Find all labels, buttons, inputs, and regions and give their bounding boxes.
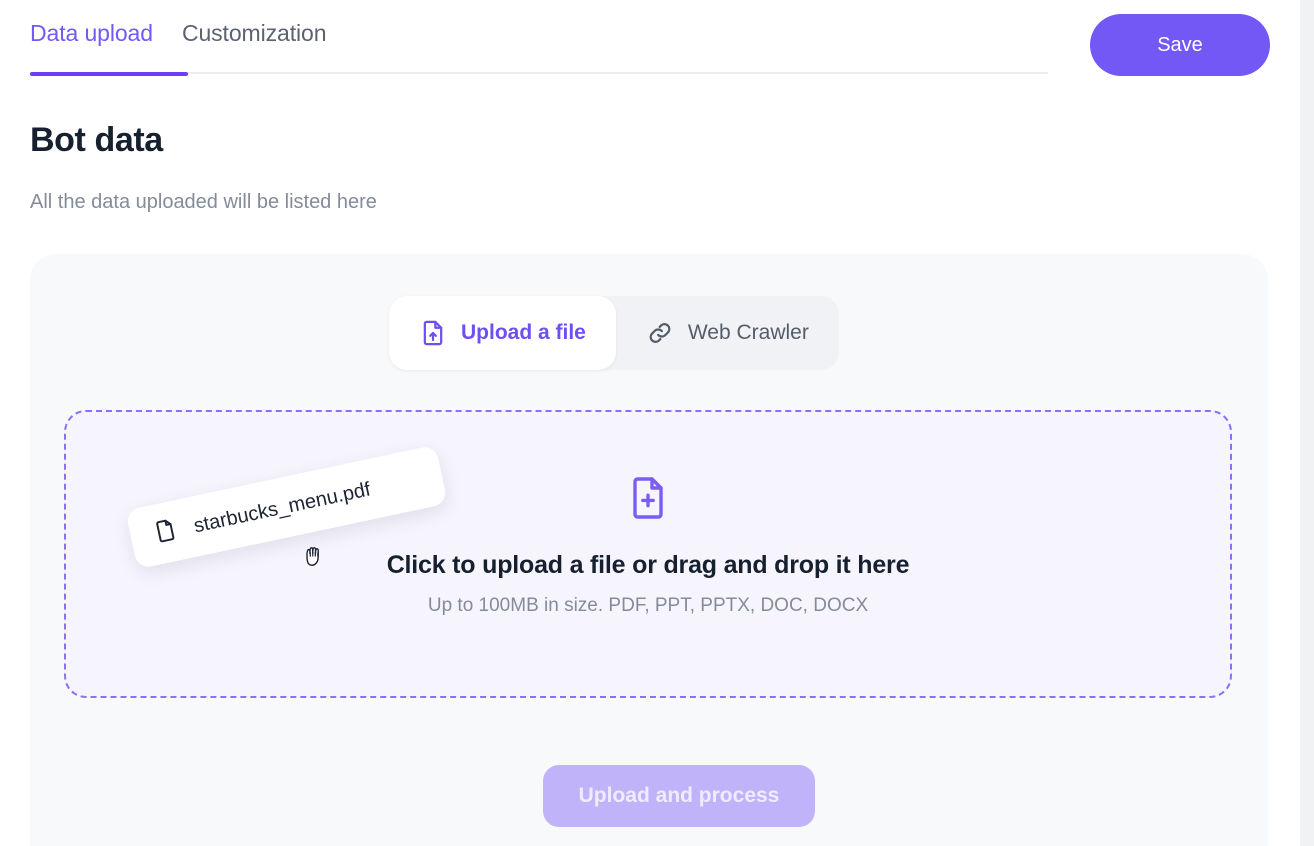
tab-list: Data upload Customization	[30, 18, 326, 48]
page-subtitle: All the data uploaded will be listed her…	[30, 191, 377, 213]
dropzone-title: Click to upload a file or drag and drop …	[386, 551, 910, 579]
active-tab-underline	[30, 72, 188, 76]
dropzone-subtitle: Up to 100MB in size. PDF, PPT, PPTX, DOC…	[427, 595, 869, 616]
vertical-scrollbar[interactable]	[1300, 0, 1314, 846]
upload-and-process-button[interactable]: Upload and process	[543, 765, 815, 827]
segment-crawler-label: Web Crawler	[687, 321, 809, 344]
file-dropzone[interactable]: Click to upload a file or drag and drop …	[64, 410, 1232, 698]
segment-upload-label: Upload a file	[461, 321, 586, 344]
document-icon	[150, 515, 182, 551]
segment-web-crawler[interactable]: Web Crawler	[616, 296, 839, 370]
save-button[interactable]: Save	[1090, 14, 1270, 76]
tab-customization[interactable]: Customization	[182, 18, 327, 48]
grabbing-hand-cursor	[300, 538, 330, 575]
tab-data-upload[interactable]: Data upload	[30, 18, 153, 48]
segment-upload-a-file[interactable]: Upload a file	[389, 296, 616, 370]
top-tab-bar: Data upload Customization	[0, 0, 1048, 76]
file-plus-icon	[624, 474, 672, 527]
file-upload-icon	[419, 319, 447, 347]
link-chain-icon	[646, 319, 674, 347]
source-type-segmented-control: Upload a file Web Crawler	[389, 296, 839, 370]
app-root: Data upload Customization Save Bot data …	[0, 0, 1314, 846]
page-title: Bot data	[30, 121, 163, 159]
